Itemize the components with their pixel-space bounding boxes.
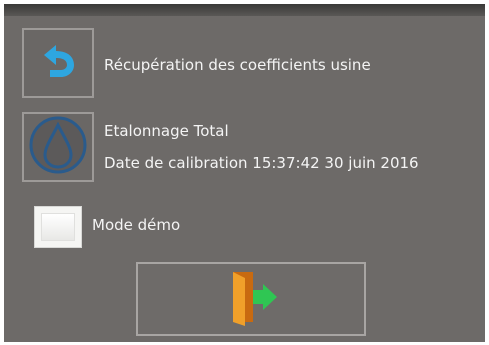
total-calibration-button[interactable] xyxy=(22,112,94,182)
settings-dialog: Récupération des coefficients usine Etal… xyxy=(4,4,485,342)
demo-mode-checkbox[interactable] xyxy=(34,206,82,248)
demo-mode-label: Mode démo xyxy=(92,216,181,234)
exit-button[interactable] xyxy=(136,262,366,336)
calibration-title: Etalonnage Total xyxy=(104,122,229,140)
drop-icon xyxy=(28,115,88,179)
undo-arrow-icon xyxy=(36,39,80,87)
checkbox-box xyxy=(41,213,75,241)
restore-factory-label: Récupération des coefficients usine xyxy=(104,56,371,74)
calibration-date: Date de calibration 15:37:42 30 juin 201… xyxy=(104,154,419,172)
exit-door-icon xyxy=(219,268,283,330)
restore-factory-button[interactable] xyxy=(22,28,94,98)
title-bar xyxy=(4,4,485,16)
